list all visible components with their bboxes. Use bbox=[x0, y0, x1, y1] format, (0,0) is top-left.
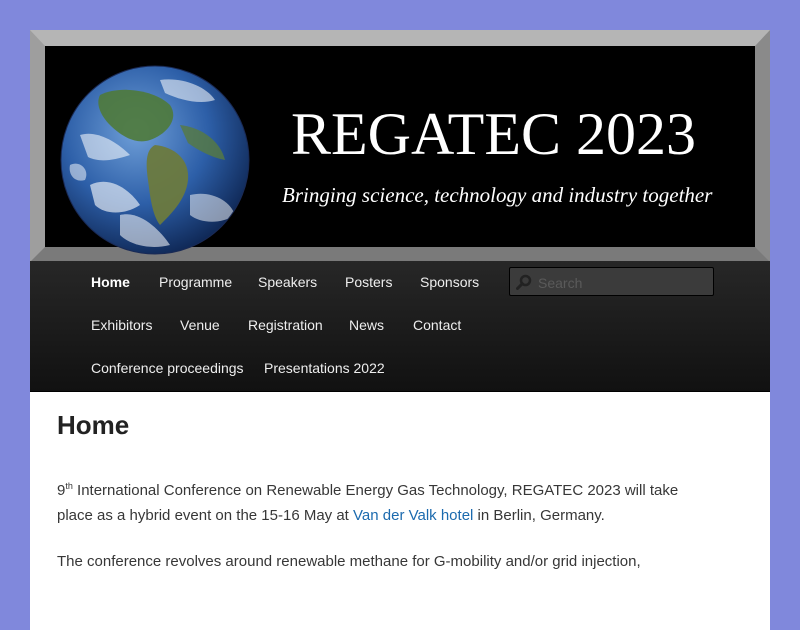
nav-item-programme[interactable]: Programme bbox=[159, 261, 232, 304]
nav-item-presentations-2022[interactable]: Presentations 2022 bbox=[264, 347, 385, 390]
nav-item-sponsors[interactable]: Sponsors bbox=[420, 261, 479, 304]
site-title: REGATEC 2023 bbox=[291, 101, 696, 167]
nav-item-news[interactable]: News bbox=[349, 304, 384, 347]
page-container: REGATEC 2023 Bringing science, technolog… bbox=[30, 30, 770, 630]
search-box bbox=[509, 267, 714, 296]
site-tagline: Bringing science, technology and industr… bbox=[282, 183, 713, 207]
intro-paragraph: 9th International Conference on Renewabl… bbox=[57, 478, 697, 528]
nav-item-contact[interactable]: Contact bbox=[413, 304, 461, 347]
nav-item-posters[interactable]: Posters bbox=[345, 261, 392, 304]
nav-item-speakers[interactable]: Speakers bbox=[258, 261, 317, 304]
search-input[interactable] bbox=[536, 271, 710, 294]
search-icon bbox=[516, 274, 532, 290]
venue-hotel-link[interactable]: Van der Valk hotel bbox=[353, 507, 473, 524]
page-title: Home bbox=[57, 410, 130, 440]
nav-item-home[interactable]: Home bbox=[91, 261, 130, 304]
nav-item-registration[interactable]: Registration bbox=[248, 304, 323, 347]
description-paragraph: The conference revolves around renewable… bbox=[57, 553, 641, 570]
main-content: Home bbox=[57, 410, 697, 440]
nav-item-venue[interactable]: Venue bbox=[180, 304, 220, 347]
ordinal-suffix: th bbox=[65, 481, 73, 491]
earth-globe-image bbox=[60, 65, 250, 255]
main-navigation: Home Programme Speakers Posters Sponsors… bbox=[30, 261, 770, 392]
header-banner[interactable]: REGATEC 2023 Bringing science, technolog… bbox=[30, 30, 770, 262]
nav-item-conference-proceedings[interactable]: Conference proceedings bbox=[91, 347, 244, 390]
intro-text-after: in Berlin, Germany. bbox=[473, 507, 605, 524]
nav-item-exhibitors[interactable]: Exhibitors bbox=[91, 304, 152, 347]
